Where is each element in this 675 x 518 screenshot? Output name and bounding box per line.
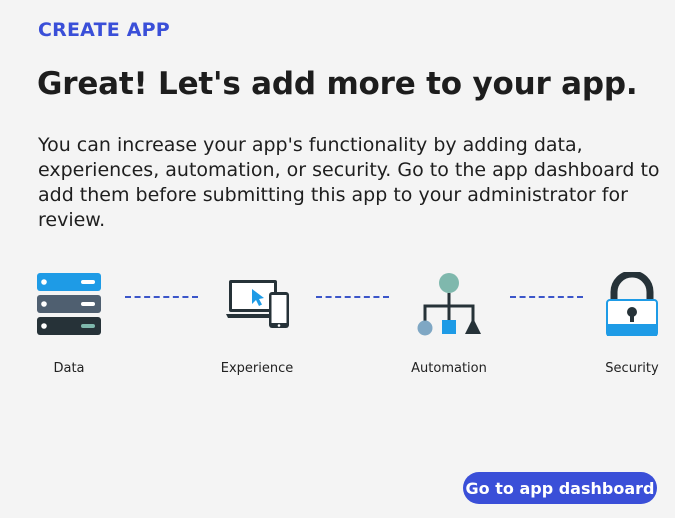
page-title: Great! Let's add more to your app.: [37, 66, 638, 102]
connector-line: [316, 296, 389, 298]
lock-icon: [606, 272, 658, 336]
eyebrow-label: CREATE APP: [38, 19, 170, 41]
step-label-automation: Automation: [411, 361, 487, 376]
page-description: You can increase your app's functionalit…: [38, 134, 660, 231]
connector-line: [125, 296, 198, 298]
connector-line: [510, 296, 583, 298]
devices-icon: [226, 280, 289, 328]
step-label-security: Security: [605, 361, 659, 376]
step-label-experience: Experience: [220, 361, 294, 376]
flow-icon: [417, 273, 481, 336]
step-label-data: Data: [53, 361, 85, 376]
database-icon: [37, 273, 101, 335]
go-to-app-dashboard-button[interactable]: Go to app dashboard: [463, 472, 657, 504]
